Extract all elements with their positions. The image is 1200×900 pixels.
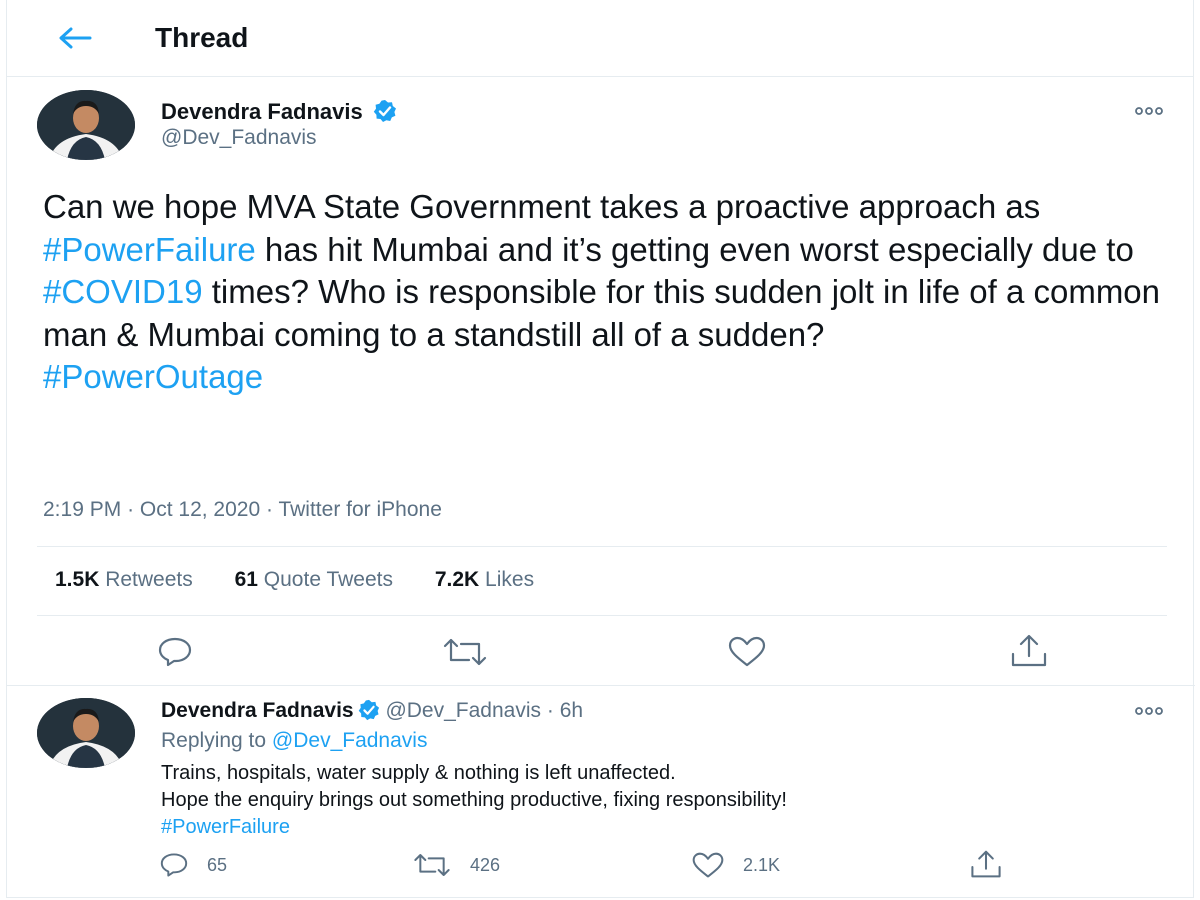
reply-tweet-text: Trains, hospitals, water supply & nothin… [161, 760, 1151, 841]
retweets-label: Retweets [105, 568, 193, 591]
likes-stat[interactable]: 7.2K Likes [435, 568, 534, 591]
heart-icon [692, 852, 724, 878]
reply-icon [160, 853, 188, 877]
hashtag-link[interactable]: #PowerFailure [43, 231, 256, 268]
replying-to: Replying to @Dev_Fadnavis [161, 729, 427, 753]
likes-label: Likes [485, 568, 535, 591]
reply-time[interactable]: 6h [560, 699, 583, 722]
heart-icon [728, 636, 766, 667]
thread-header: Thread [7, 0, 1193, 77]
author-name[interactable]: Devendra Fadnavis [161, 99, 363, 124]
hashtag-link[interactable]: #PowerOutage [43, 358, 263, 395]
author-handle[interactable]: @Dev_Fadnavis [161, 126, 317, 150]
retweet-button[interactable] [441, 638, 489, 666]
reply-share-button[interactable] [969, 850, 1003, 879]
more-options-icon [1135, 707, 1163, 715]
tweet-text-segment: has hit Mumbai and it’s getting even wor… [255, 230, 1134, 268]
replying-to-handle[interactable]: @Dev_Fadnavis [272, 729, 428, 752]
reply-text-line: Trains, hospitals, water supply & nothin… [161, 762, 676, 784]
arrow-left-icon [59, 27, 92, 49]
tweet-date[interactable]: Oct 12, 2020 [140, 498, 260, 521]
page-title: Thread [155, 22, 249, 53]
share-button[interactable] [1009, 634, 1049, 668]
reply-author-name[interactable]: Devendra Fadnavis [161, 699, 354, 722]
back-button[interactable] [45, 18, 105, 58]
retweet-icon [414, 854, 450, 876]
reply-more-options-button[interactable] [1129, 701, 1169, 721]
retweets-stat[interactable]: 1.5K Retweets [55, 568, 193, 591]
hashtag-link[interactable]: #PowerFailure [161, 814, 1151, 841]
reply-author-avatar[interactable] [37, 698, 135, 768]
author-name-line: Devendra Fadnavis [161, 99, 397, 125]
more-options-button[interactable] [1129, 101, 1169, 121]
reply-retweet-count: 426 [470, 854, 501, 875]
tweet-text-segment: times? Who is responsible for this sudde… [43, 273, 1161, 353]
tweet-source[interactable]: Twitter for iPhone [278, 498, 441, 521]
separator: · [546, 699, 554, 722]
verified-badge-icon [358, 699, 379, 721]
reply-like-count: 2.1K [743, 855, 781, 875]
replying-to-label: Replying to [161, 729, 272, 752]
quote-tweets-label: Quote Tweets [263, 568, 393, 591]
reply-button[interactable] [157, 636, 193, 668]
retweet-icon [443, 638, 487, 666]
thread-panel: Thread Devendra Fadnavis @Dev_Fadnavis C… [6, 0, 1195, 898]
reply-reply-button[interactable]: 65 [159, 852, 227, 878]
tweet-time[interactable]: 2:19 PM [43, 498, 121, 521]
reply-text-line: Hope the enquiry brings out something pr… [161, 789, 787, 811]
retweets-count: 1.5K [55, 568, 100, 591]
share-icon [971, 850, 1001, 878]
reply-icon [158, 637, 192, 667]
divider [37, 546, 1167, 547]
reply-count: 65 [207, 854, 228, 875]
hashtag-link[interactable]: #COVID19 [43, 273, 203, 310]
tweet-text-segment: Can we hope MVA State Government takes a… [43, 188, 1041, 225]
quote-tweets-stat[interactable]: 61 Quote Tweets [235, 568, 393, 591]
author-avatar[interactable] [37, 90, 135, 160]
reply-author-line: Devendra Fadnavis @Dev_Fadnavis · 6h [161, 699, 583, 723]
reply-retweet-button[interactable]: 426 [412, 853, 500, 877]
separator: · [127, 498, 135, 521]
separator: · [266, 498, 273, 521]
like-button[interactable] [727, 636, 767, 668]
reply-like-button[interactable]: 2.1K [691, 852, 780, 879]
tweet-metadata: 2:19 PM · Oct 12, 2020 · Twitter for iPh… [43, 498, 442, 522]
tweet-text: Can we hope MVA State Government takes a… [43, 186, 1173, 399]
reply-author-handle[interactable]: @Dev_Fadnavis [385, 699, 541, 722]
divider [7, 685, 1195, 686]
verified-badge-icon [373, 100, 396, 122]
avatar-image [37, 698, 135, 768]
avatar-image [37, 90, 135, 160]
share-icon [1011, 634, 1047, 667]
tweet-stats: 1.5K Retweets 61 Quote Tweets 7.2K Likes [55, 568, 570, 592]
divider [37, 615, 1167, 616]
more-options-icon [1135, 107, 1163, 115]
likes-count: 7.2K [434, 568, 480, 591]
quote-tweets-count: 61 [234, 568, 258, 591]
